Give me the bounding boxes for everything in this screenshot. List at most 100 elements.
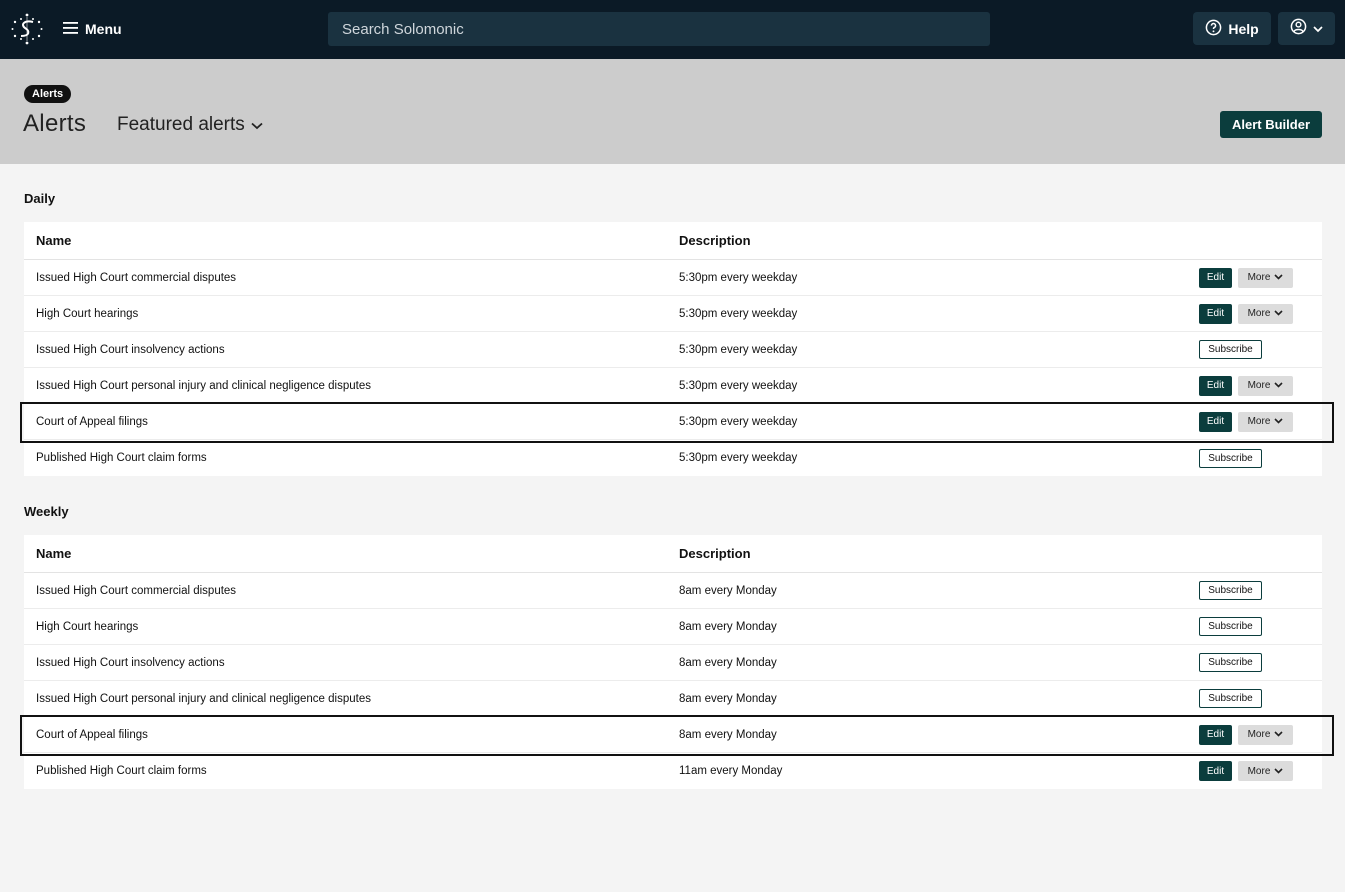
- top-nav: Menu Help: [0, 0, 1345, 59]
- alert-name: Issued High Court commercial disputes: [36, 271, 237, 284]
- alert-schedule: 5:30pm every weekday: [679, 452, 798, 464]
- hamburger-icon: [63, 21, 79, 38]
- chevron-down-icon: [1313, 20, 1323, 38]
- edit-button[interactable]: Edit: [1199, 375, 1232, 396]
- table-row[interactable]: Issued High Court insolvency actions 5:30…: [24, 332, 1322, 368]
- weekly-alerts-table: Name Description Issued High Court comme…: [20, 535, 1334, 789]
- breadcrumb-badge[interactable]: Alerts: [24, 85, 72, 103]
- more-label: More: [1247, 380, 1271, 391]
- alert-name: High Court hearings: [36, 307, 139, 320]
- row-actions: Subscribe: [1199, 340, 1262, 359]
- alert-name: Issued High Court insolvency actions: [36, 343, 225, 356]
- more-label: More: [1247, 729, 1271, 740]
- subscribe-button[interactable]: Subscribe: [1199, 340, 1262, 359]
- alert-name: Issued High Court personal injury and cl…: [36, 379, 371, 392]
- account-menu-button[interactable]: [1278, 12, 1335, 45]
- alert-name: Issued High Court personal injury and cl…: [36, 692, 371, 705]
- featured-alerts-label: Featured alerts: [117, 114, 245, 135]
- table-row[interactable]: Issued High Court insolvency actions 8am …: [24, 645, 1322, 681]
- more-dropdown-button[interactable]: More: [1238, 761, 1293, 781]
- subscribe-button[interactable]: Subscribe: [1199, 689, 1262, 708]
- question-circle-icon: [1205, 19, 1222, 39]
- section-title-daily: Daily: [24, 191, 56, 206]
- page-header: Alerts Alerts Featured alerts Alert Buil…: [0, 59, 1345, 164]
- row-actions: Edit More: [1199, 303, 1293, 324]
- alert-schedule: 8am every Monday: [679, 584, 777, 597]
- search-input[interactable]: [342, 20, 990, 38]
- subscribe-button[interactable]: Subscribe: [1199, 448, 1262, 468]
- alert-schedule: 11am every Monday: [679, 765, 783, 777]
- table-row[interactable]: Issued High Court commercial disputes 5:3…: [24, 260, 1322, 296]
- table-row[interactable]: Published High Court claim forms 5:30pm e…: [24, 440, 1322, 476]
- more-label: More: [1247, 272, 1271, 283]
- help-button[interactable]: Help: [1193, 12, 1271, 45]
- subscribe-button[interactable]: Subscribe: [1199, 653, 1262, 672]
- row-actions: Edit More: [1199, 411, 1293, 432]
- chevron-down-icon: [1274, 272, 1283, 283]
- more-dropdown-button[interactable]: More: [1238, 724, 1293, 745]
- user-circle-icon: [1290, 18, 1307, 40]
- table-row[interactable]: Issued High Court personal injury and cl…: [24, 368, 1322, 404]
- edit-button[interactable]: Edit: [1199, 303, 1232, 324]
- subscribe-button[interactable]: Subscribe: [1199, 617, 1262, 636]
- subscribe-button[interactable]: Subscribe: [1199, 581, 1262, 600]
- chevron-down-icon: [1274, 416, 1283, 427]
- menu-button[interactable]: Menu: [63, 17, 122, 41]
- table-row[interactable]: Published High Court claim forms 11am eve…: [24, 753, 1322, 789]
- alert-name: High Court hearings: [36, 620, 139, 633]
- more-label: More: [1247, 308, 1271, 319]
- alert-schedule: 8am every Monday: [679, 620, 777, 633]
- more-dropdown-button[interactable]: More: [1238, 375, 1293, 396]
- more-dropdown-button[interactable]: More: [1238, 411, 1293, 432]
- alert-schedule: 5:30pm every weekday: [679, 415, 798, 428]
- row-actions: Edit More: [1199, 724, 1293, 745]
- more-label: More: [1247, 765, 1271, 777]
- featured-alerts-dropdown[interactable]: Featured alerts: [117, 114, 263, 136]
- chevron-down-icon: [251, 114, 263, 136]
- menu-label: Menu: [85, 21, 122, 37]
- alert-name: Court of Appeal filings: [36, 728, 148, 741]
- chevron-down-icon: [1274, 729, 1283, 740]
- table-row[interactable]: Court of Appeal filings 8am every Monday E…: [24, 717, 1322, 753]
- chevron-down-icon: [1274, 766, 1283, 777]
- page-title: Alerts: [23, 110, 87, 137]
- edit-button[interactable]: Edit: [1199, 411, 1232, 432]
- row-actions: Subscribe: [1199, 617, 1262, 636]
- column-header-description: Description: [679, 546, 751, 561]
- edit-button[interactable]: Edit: [1199, 761, 1232, 781]
- column-header-name: Name: [36, 546, 72, 561]
- table-row[interactable]: High Court hearings 5:30pm every weekday E…: [24, 296, 1322, 332]
- alert-name: Issued High Court insolvency actions: [36, 656, 225, 669]
- row-actions: Subscribe: [1199, 581, 1262, 600]
- table-row[interactable]: Issued High Court personal injury and cl…: [24, 681, 1322, 717]
- alert-name: Issued High Court commercial disputes: [36, 584, 237, 597]
- table-row[interactable]: Court of Appeal filings 5:30pm every week…: [24, 404, 1322, 440]
- alert-name: Published High Court claim forms: [36, 452, 207, 464]
- table-header: Name Description: [24, 535, 1322, 573]
- column-header-name: Name: [36, 233, 72, 248]
- row-actions: Subscribe: [1199, 653, 1262, 672]
- alert-schedule: 8am every Monday: [679, 728, 777, 741]
- alert-schedule: 5:30pm every weekday: [679, 379, 798, 392]
- alert-name: Court of Appeal filings: [36, 415, 148, 428]
- row-actions: Edit More: [1199, 267, 1293, 288]
- more-dropdown-button[interactable]: More: [1238, 267, 1293, 288]
- solomonic-logo-icon[interactable]: [11, 12, 43, 46]
- more-dropdown-button[interactable]: More: [1238, 303, 1293, 324]
- table-row[interactable]: Issued High Court commercial disputes 8am…: [24, 573, 1322, 609]
- alert-builder-button[interactable]: Alert Builder: [1220, 111, 1322, 138]
- chevron-down-icon: [1274, 380, 1283, 391]
- alert-schedule: 5:30pm every weekday: [679, 343, 798, 356]
- section-title-weekly: Weekly: [24, 504, 69, 519]
- search-bar[interactable]: [328, 12, 990, 46]
- alert-schedule: 5:30pm every weekday: [679, 307, 798, 320]
- row-actions: Subscribe: [1199, 689, 1262, 708]
- chevron-down-icon: [1274, 308, 1283, 319]
- table-row[interactable]: High Court hearings 8am every Monday Subsc…: [24, 609, 1322, 645]
- more-label: More: [1247, 416, 1271, 427]
- edit-button[interactable]: Edit: [1199, 267, 1232, 288]
- help-label: Help: [1228, 20, 1259, 37]
- daily-alerts-table: Name Description Issued High Court comme…: [20, 222, 1334, 476]
- row-actions: Edit More: [1199, 375, 1293, 396]
- edit-button[interactable]: Edit: [1199, 724, 1232, 745]
